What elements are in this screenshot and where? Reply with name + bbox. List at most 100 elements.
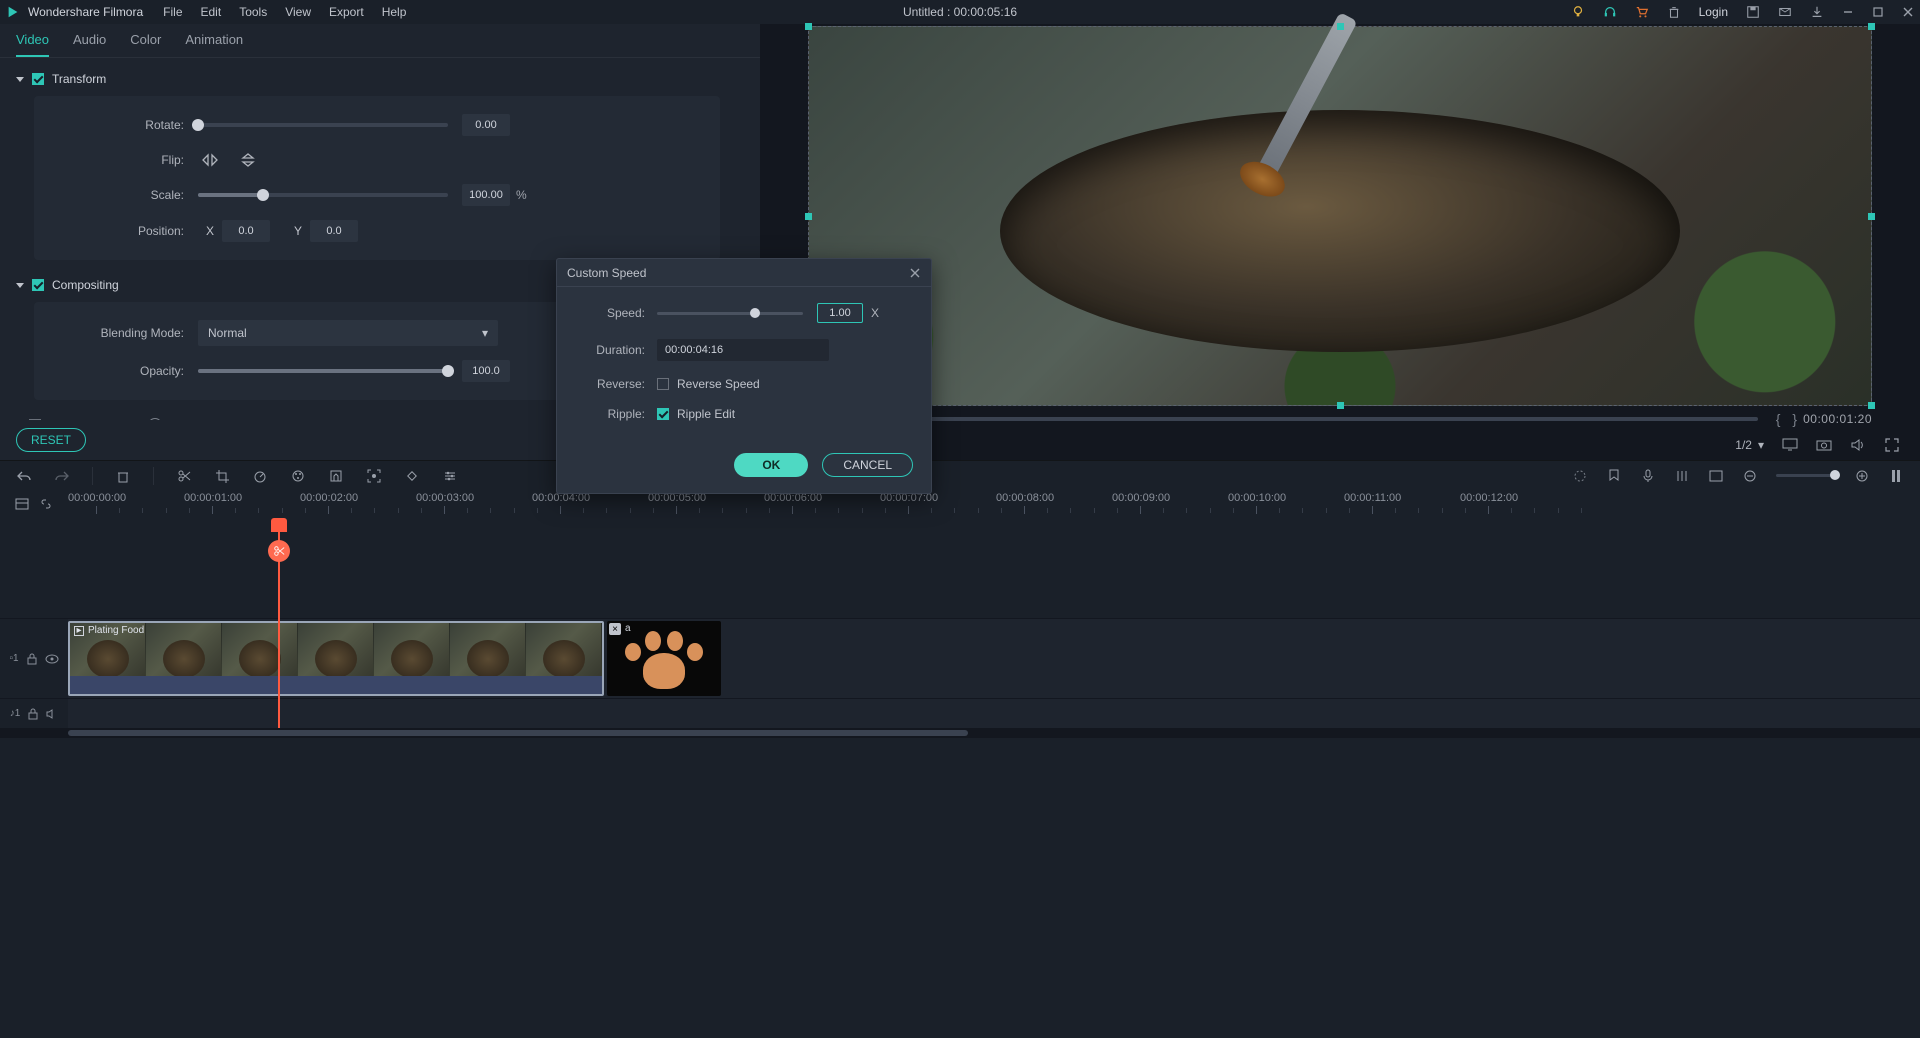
transform-checkbox[interactable] — [32, 73, 44, 85]
rotate-slider[interactable] — [198, 123, 448, 127]
cancel-button[interactable]: CANCEL — [822, 453, 913, 477]
section-transform-header[interactable]: Transform — [16, 66, 720, 92]
undo-button[interactable] — [16, 468, 32, 484]
preview-canvas[interactable] — [808, 26, 1872, 406]
playhead[interactable] — [278, 518, 280, 728]
opacity-label: Opacity: — [58, 364, 198, 378]
scale-value[interactable]: 100.00 — [462, 184, 510, 206]
download-icon[interactable] — [1810, 5, 1824, 19]
reset-button[interactable]: RESET — [16, 428, 86, 452]
menu-file[interactable]: File — [163, 5, 182, 19]
preview-panel: { } 00:00:01:20 1/2 ▾ — [760, 24, 1920, 460]
tab-animation[interactable]: Animation — [185, 24, 243, 57]
scale-label: Scale: — [58, 188, 198, 202]
blend-mode-select[interactable]: Normal ▾ — [198, 320, 498, 346]
preview-controls: 1/2 ▾ — [760, 430, 1920, 460]
eye-icon[interactable] — [45, 654, 59, 664]
link-icon[interactable] — [39, 498, 53, 510]
tab-audio[interactable]: Audio — [73, 24, 106, 57]
scissors-icon[interactable] — [268, 540, 290, 562]
scale-slider[interactable] — [198, 193, 448, 197]
dialog-close-button[interactable] — [909, 267, 921, 279]
position-y-value[interactable]: 0.0 — [310, 220, 358, 242]
timeline-scrollbar[interactable] — [0, 728, 1920, 738]
speaker-icon[interactable] — [46, 709, 58, 719]
headphones-icon[interactable] — [1603, 5, 1617, 19]
split-button[interactable] — [176, 468, 192, 484]
menu-export[interactable]: Export — [329, 5, 364, 19]
menu-tools[interactable]: Tools — [239, 5, 267, 19]
fullscreen-icon[interactable] — [1884, 437, 1900, 453]
mail-icon[interactable] — [1778, 5, 1792, 19]
position-x-value[interactable]: 0.0 — [222, 220, 270, 242]
focus-button[interactable] — [366, 468, 382, 484]
redo-button[interactable] — [54, 468, 70, 484]
keyframe-button[interactable] — [404, 468, 420, 484]
zoom-fit-button[interactable] — [1888, 468, 1904, 484]
delete-button[interactable] — [115, 468, 131, 484]
rotate-value[interactable]: 0.00 — [462, 114, 510, 136]
volume-icon[interactable] — [1850, 437, 1866, 453]
lock-icon[interactable] — [27, 653, 37, 665]
opacity-value[interactable]: 100.0 — [462, 360, 510, 382]
audio-track-1: ♪1 — [0, 698, 1920, 728]
minimize-button[interactable] — [1842, 6, 1854, 18]
color-button[interactable] — [290, 468, 306, 484]
marker-icon[interactable] — [1606, 468, 1622, 484]
duration-input[interactable]: 00:00:04:16 — [657, 339, 829, 361]
voiceover-icon[interactable] — [1640, 468, 1656, 484]
rotate-label: Rotate: — [58, 118, 198, 132]
tab-video[interactable]: Video — [16, 24, 49, 57]
x-label: X — [206, 224, 214, 238]
motion-checkbox[interactable] — [29, 419, 41, 420]
menu-edit[interactable]: Edit — [201, 5, 222, 19]
ripple-label: Ripple: — [575, 407, 657, 421]
custom-speed-dialog: Custom Speed Speed: 1.00 X Duration: 00:… — [556, 258, 932, 494]
flip-vertical-button[interactable] — [236, 150, 260, 170]
trash-icon[interactable] — [1667, 5, 1681, 19]
login-link[interactable]: Login — [1699, 5, 1728, 19]
snapshot-icon[interactable] — [1816, 437, 1832, 453]
speed-input[interactable]: 1.00 — [817, 303, 863, 323]
time-ruler[interactable]: 00:00:00:0000:00:01:0000:00:02:0000:00:0… — [68, 490, 1920, 518]
app-name: Wondershare Filmora — [28, 5, 143, 19]
display-icon[interactable] — [1782, 437, 1798, 453]
zoom-out-button[interactable] — [1742, 468, 1758, 484]
speed-button[interactable] — [252, 468, 268, 484]
tab-color[interactable]: Color — [130, 24, 161, 57]
greenscreen-button[interactable] — [328, 468, 344, 484]
mixer-icon[interactable] — [1572, 468, 1588, 484]
speed-slider[interactable] — [657, 312, 803, 315]
menu-help[interactable]: Help — [382, 5, 407, 19]
reverse-checkbox[interactable] — [657, 378, 669, 390]
video-clip-1[interactable]: ▸Plating Food — [68, 621, 604, 696]
save-icon[interactable] — [1746, 5, 1760, 19]
menu-bar: File Edit Tools View Export Help — [163, 5, 406, 19]
render-icon[interactable] — [1708, 468, 1724, 484]
crop-button[interactable] — [214, 468, 230, 484]
close-button[interactable] — [1902, 6, 1914, 18]
adjust-button[interactable] — [442, 468, 458, 484]
timeline-settings-icon[interactable] — [15, 498, 29, 510]
compositing-checkbox[interactable] — [32, 279, 44, 291]
mark-out-icon[interactable]: } — [1792, 411, 1797, 427]
ok-button[interactable]: OK — [734, 453, 808, 477]
menu-view[interactable]: View — [285, 5, 311, 19]
mark-in-icon[interactable]: { — [1776, 411, 1781, 427]
zoom-in-button[interactable] — [1854, 468, 1870, 484]
app-logo-icon — [6, 5, 20, 19]
maximize-button[interactable] — [1872, 6, 1884, 18]
preview-seekbar[interactable] — [808, 417, 1758, 421]
lightbulb-icon[interactable] — [1571, 5, 1585, 19]
flip-horizontal-button[interactable] — [198, 150, 222, 170]
lock-icon[interactable] — [28, 708, 38, 720]
remove-icon[interactable]: × — [609, 623, 621, 635]
transform-panel: Rotate: 0.00 Flip: Scale: 100.00 % Posit… — [34, 96, 720, 260]
preview-scale-select[interactable]: 1/2 ▾ — [1735, 438, 1764, 452]
ripple-checkbox[interactable] — [657, 408, 669, 420]
audio-mixer-icon[interactable] — [1674, 468, 1690, 484]
cart-icon[interactable] — [1635, 5, 1649, 19]
zoom-slider[interactable] — [1776, 474, 1836, 477]
video-clip-2[interactable]: × a — [607, 621, 721, 696]
opacity-slider[interactable] — [198, 369, 448, 373]
